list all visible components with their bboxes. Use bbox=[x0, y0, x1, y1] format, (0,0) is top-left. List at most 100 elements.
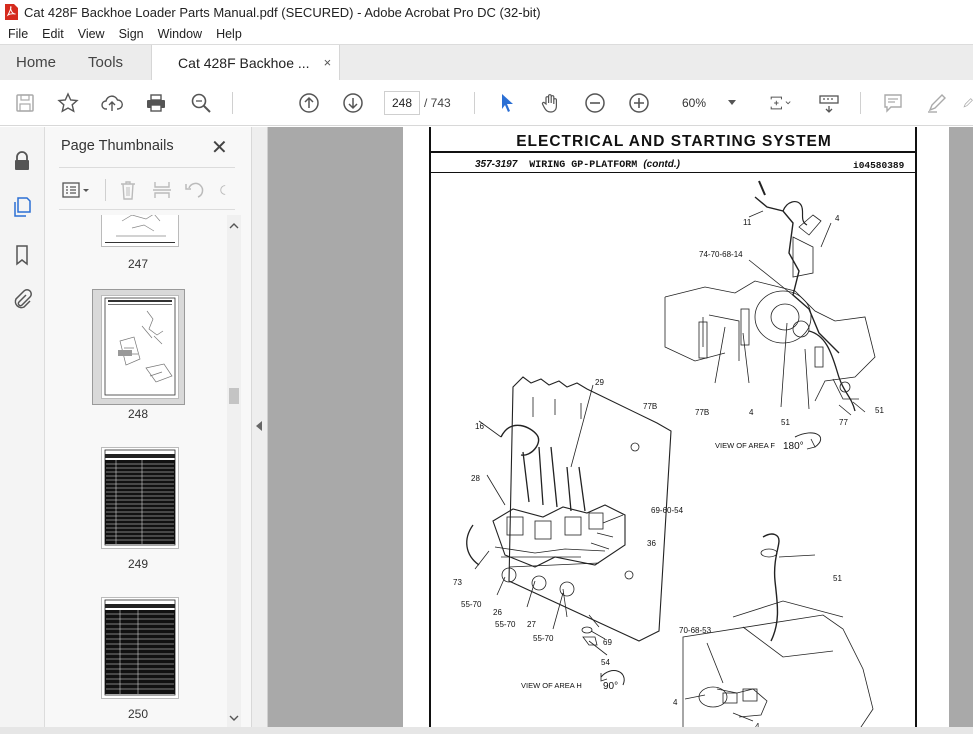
find-button[interactable] bbox=[188, 90, 214, 116]
print-button[interactable] bbox=[143, 90, 169, 116]
paperclip-icon bbox=[14, 289, 32, 309]
save-icon bbox=[16, 94, 34, 112]
comment-icon bbox=[884, 94, 902, 113]
extract-pages-button[interactable] bbox=[151, 179, 173, 201]
delete-pages-button[interactable] bbox=[117, 179, 139, 201]
callout-55-70: 55-70 bbox=[533, 634, 554, 643]
callout-54: 54 bbox=[601, 658, 610, 667]
toolbar-divider bbox=[474, 92, 475, 114]
attachments-button[interactable] bbox=[10, 287, 34, 311]
page-thumbnail-249[interactable] bbox=[101, 447, 179, 549]
callout-73: 73 bbox=[453, 578, 462, 587]
wiring-diagram: 11 4 74-70-68-14 77B 77B 4 51 77 51 VIEW… bbox=[453, 180, 884, 727]
plus-circle-icon bbox=[629, 93, 649, 113]
thumbnail-label-248: 248 bbox=[127, 407, 149, 421]
callout-4: 4 bbox=[749, 408, 754, 417]
collapse-arrow-icon[interactable] bbox=[256, 421, 262, 431]
tab-home[interactable]: Home bbox=[0, 45, 72, 80]
menu-window[interactable]: Window bbox=[151, 27, 209, 41]
hand-tool-button[interactable] bbox=[538, 90, 564, 116]
divider bbox=[59, 167, 235, 168]
callout-26: 26 bbox=[493, 608, 502, 617]
callout-27: 27 bbox=[527, 620, 536, 629]
tab-bar: Home Tools Cat 428F Backhoe ... × bbox=[0, 44, 973, 80]
pages-icon bbox=[14, 197, 31, 217]
view-label-f: VIEW OF AREA F bbox=[715, 441, 775, 450]
draw-button[interactable] bbox=[962, 90, 973, 116]
scrollbar-thumb[interactable] bbox=[229, 388, 239, 404]
next-page-button[interactable] bbox=[340, 90, 366, 116]
zoom-level-dropdown[interactable]: 60% bbox=[668, 91, 744, 115]
callout-4: 4 bbox=[673, 698, 678, 707]
pdf-page: ELECTRICAL AND STARTING SYSTEM 357-3197 … bbox=[403, 127, 949, 727]
thumbnail-drawing bbox=[105, 215, 175, 243]
tab-close-button[interactable]: × bbox=[324, 55, 332, 70]
tab-home-label: Home bbox=[16, 54, 57, 71]
security-button[interactable] bbox=[10, 149, 34, 173]
panel-splitter[interactable] bbox=[252, 127, 268, 734]
tab-document-label: Cat 428F Backhoe ... bbox=[178, 54, 310, 71]
hand-icon bbox=[541, 94, 557, 113]
close-panel-button[interactable]: ✕ bbox=[211, 135, 228, 160]
page-number-input[interactable]: 248 bbox=[384, 91, 420, 115]
callout-70-68-53: 70-68-53 bbox=[679, 626, 712, 635]
menu-file[interactable]: File bbox=[0, 27, 35, 41]
zoom-in-button[interactable] bbox=[626, 90, 652, 116]
highlight-button[interactable] bbox=[924, 90, 950, 116]
comment-button[interactable] bbox=[880, 90, 906, 116]
rotate-left-button[interactable] bbox=[183, 179, 205, 201]
tab-tools-label: Tools bbox=[88, 54, 124, 71]
star-icon bbox=[57, 92, 79, 113]
callout-51: 51 bbox=[781, 418, 790, 427]
trash-icon bbox=[121, 181, 135, 200]
previous-page-button[interactable] bbox=[296, 90, 322, 116]
zoom-out-button[interactable] bbox=[582, 90, 608, 116]
callout-77: 77 bbox=[839, 418, 848, 427]
panel-title: Page Thumbnails bbox=[61, 138, 174, 154]
callout-55-70: 55-70 bbox=[495, 620, 516, 629]
tab-tools[interactable]: Tools bbox=[72, 45, 139, 80]
menu-edit[interactable]: Edit bbox=[35, 27, 71, 41]
page-thumbnail-247[interactable] bbox=[101, 215, 179, 247]
upload-button[interactable] bbox=[99, 90, 125, 116]
save-button[interactable] bbox=[12, 90, 38, 116]
chevron-down-icon bbox=[728, 100, 736, 105]
rotate-right-button[interactable] bbox=[215, 179, 229, 201]
horizontal-scrollbar[interactable] bbox=[0, 727, 973, 734]
arrow-up-circle-icon bbox=[299, 93, 319, 113]
thumbnail-label-249: 249 bbox=[127, 557, 149, 571]
acrobat-pdf-icon bbox=[5, 4, 18, 20]
menu-sign[interactable]: Sign bbox=[112, 27, 151, 41]
minus-circle-icon bbox=[585, 93, 605, 113]
scrolling-mode-button[interactable] bbox=[816, 90, 842, 116]
thumbnail-scrollbar[interactable] bbox=[227, 215, 241, 734]
callout-69: 69 bbox=[603, 638, 612, 647]
callout-51: 51 bbox=[833, 574, 842, 583]
callout-36: 36 bbox=[647, 539, 656, 548]
callout-77b: 77B bbox=[695, 408, 709, 417]
options-menu-button[interactable] bbox=[61, 179, 93, 201]
bookmarks-button[interactable] bbox=[10, 243, 34, 267]
page-thumbnail-248[interactable] bbox=[101, 295, 179, 399]
page-thumbnail-250[interactable] bbox=[101, 597, 179, 699]
menu-view[interactable]: View bbox=[71, 27, 112, 41]
page-thumbnails-button[interactable] bbox=[10, 195, 34, 219]
menu-help[interactable]: Help bbox=[209, 27, 249, 41]
thumbnail-drawing bbox=[104, 297, 176, 396]
window-title: Cat 428F Backhoe Loader Parts Manual.pdf… bbox=[24, 4, 541, 20]
arrow-down-circle-icon bbox=[343, 93, 363, 113]
main-toolbar: 248 / 743 60% bbox=[0, 80, 973, 126]
bookmark-star-button[interactable] bbox=[55, 90, 81, 116]
tab-document[interactable]: Cat 428F Backhoe ... × bbox=[151, 45, 341, 80]
select-tool-button[interactable] bbox=[494, 90, 520, 116]
document-view[interactable]: ELECTRICAL AND STARTING SYSTEM 357-3197 … bbox=[268, 127, 973, 727]
page-display-button[interactable] bbox=[762, 90, 798, 116]
thumbnail-toolbar bbox=[59, 177, 239, 203]
printer-icon bbox=[147, 94, 165, 112]
pencil-icon bbox=[963, 98, 973, 108]
cursor-arrow-icon bbox=[502, 94, 513, 112]
rotate-ccw-icon bbox=[185, 182, 204, 198]
chevron-up-icon bbox=[229, 223, 239, 229]
lock-icon bbox=[15, 151, 29, 170]
callout-11: 11 bbox=[743, 218, 752, 227]
